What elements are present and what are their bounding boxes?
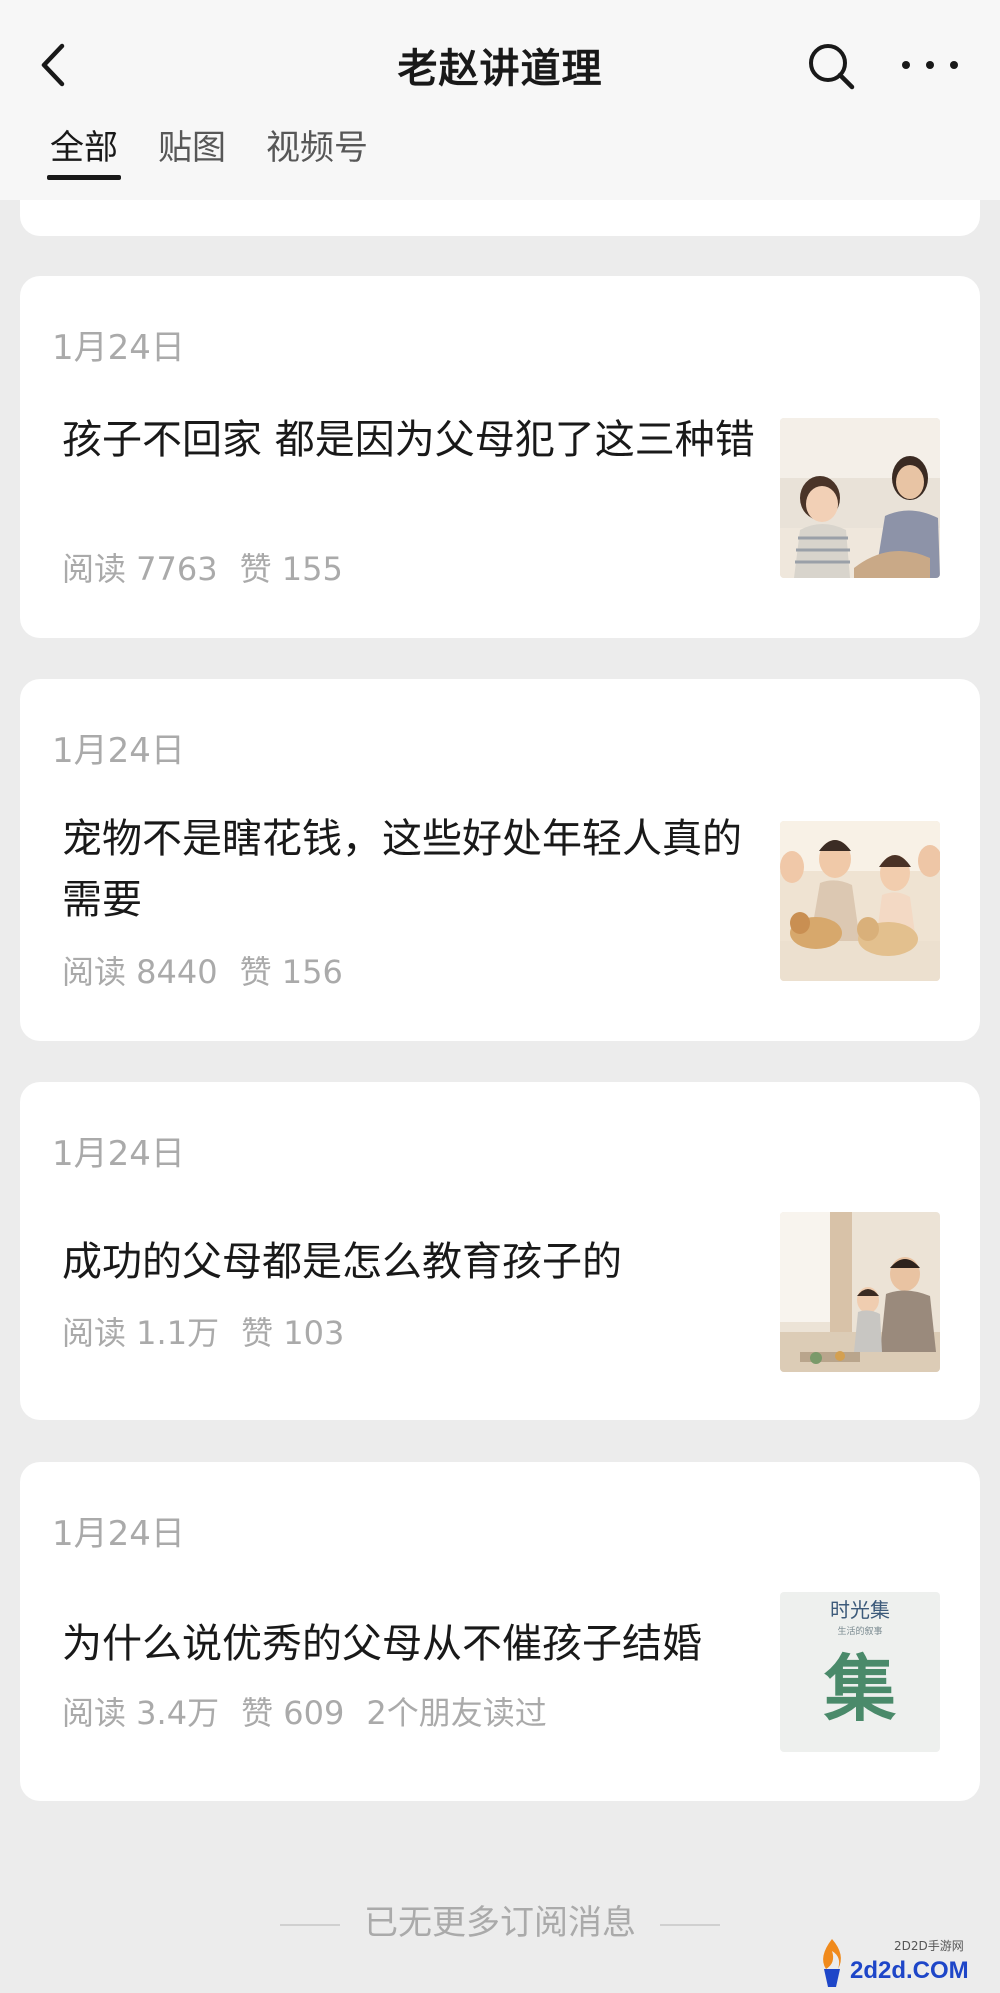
- search-icon: [809, 44, 855, 90]
- read-count: 阅读 1.1万: [62, 1314, 220, 1352]
- watermark-site-name: 2D2D手游网: [894, 1939, 964, 1953]
- read-count: 阅读 8440: [62, 953, 218, 991]
- more-dot: [950, 61, 958, 69]
- watermark: 2D2D手游网 2d2d.COM: [812, 1935, 992, 1990]
- like-count: 赞 155: [239, 550, 343, 588]
- article-thumbnail[interactable]: [780, 418, 940, 578]
- thumbnail-subtitle: 生活的叙事: [837, 1627, 883, 1637]
- read-count: 阅读 3.4万: [62, 1694, 220, 1732]
- divider: [660, 1923, 720, 1926]
- article-date: 1月24日: [52, 1514, 185, 1554]
- family-photo-thumbnail: [780, 418, 940, 578]
- flame-logo-icon: [823, 1939, 841, 1987]
- like-count: 赞 609: [241, 1694, 345, 1732]
- like-count: 赞 103: [241, 1314, 345, 1352]
- father-child-photo-thumbnail: [780, 1212, 940, 1372]
- more-button[interactable]: [902, 50, 958, 80]
- search-button[interactable]: [805, 40, 859, 94]
- article-date: 1月24日: [52, 731, 185, 771]
- tab-all[interactable]: 全部: [47, 120, 121, 180]
- article-title[interactable]: 宠物不是瞎花钱，这些好处年轻人真的需要: [62, 809, 762, 931]
- article-stats: 阅读 3.4万 赞 609 2个朋友读过: [62, 1688, 569, 1734]
- divider: [280, 1923, 340, 1926]
- article-card[interactable]: 1月24日 孩子不回家 都是因为父母犯了这三种错 阅读 7763 赞 155: [20, 276, 980, 638]
- article-card[interactable]: 1月24日 成功的父母都是怎么教育孩子的 阅读 1.1万 赞 103: [20, 1082, 980, 1420]
- article-stats: 阅读 8440 赞 156: [62, 947, 365, 993]
- friends-read-count: 2个朋友读过: [366, 1694, 547, 1732]
- thumbnail-title: 时光集: [830, 1598, 890, 1622]
- top-bar: 老赵讲道理 全部 贴图 视频号: [0, 0, 1000, 200]
- article-title[interactable]: 孩子不回家 都是因为父母犯了这三种错: [62, 410, 762, 471]
- thumbnail-logo: 集: [823, 1647, 896, 1731]
- tab-images[interactable]: 贴图: [158, 120, 226, 180]
- article-stats: 阅读 1.1万 赞 103: [62, 1308, 366, 1354]
- more-horizontal-icon: [902, 61, 910, 69]
- article-card[interactable]: 1月24日 宠物不是瞎花钱，这些好处年轻人真的需要 阅读 8440 赞 156: [20, 679, 980, 1041]
- article-card[interactable]: 1月24日 为什么说优秀的父母从不催孩子结婚 阅读 3.4万 赞 609 2个朋…: [20, 1462, 980, 1801]
- like-count: 赞 156: [239, 953, 343, 991]
- family-dogs-photo-thumbnail: [780, 821, 940, 981]
- end-of-list-text: 已无更多订阅消息: [364, 1903, 636, 1943]
- article-stats: 阅读 7763 赞 155: [62, 544, 365, 590]
- tab-bar: 全部 贴图 视频号: [47, 120, 408, 190]
- more-dot: [926, 61, 934, 69]
- article-thumbnail[interactable]: 时光集 生活的叙事 集: [780, 1592, 940, 1752]
- article-date: 1月24日: [52, 1134, 185, 1174]
- watermark-domain: 2d2d.COM: [850, 1957, 969, 1984]
- article-thumbnail[interactable]: [780, 821, 940, 981]
- article-thumbnail[interactable]: [780, 1212, 940, 1372]
- tab-channels[interactable]: 视频号: [266, 120, 368, 180]
- article-title[interactable]: 成功的父母都是怎么教育孩子的: [62, 1232, 762, 1293]
- article-title[interactable]: 为什么说优秀的父母从不催孩子结婚: [62, 1614, 822, 1675]
- read-count: 阅读 7763: [62, 550, 218, 588]
- article-date: 1月24日: [52, 328, 185, 368]
